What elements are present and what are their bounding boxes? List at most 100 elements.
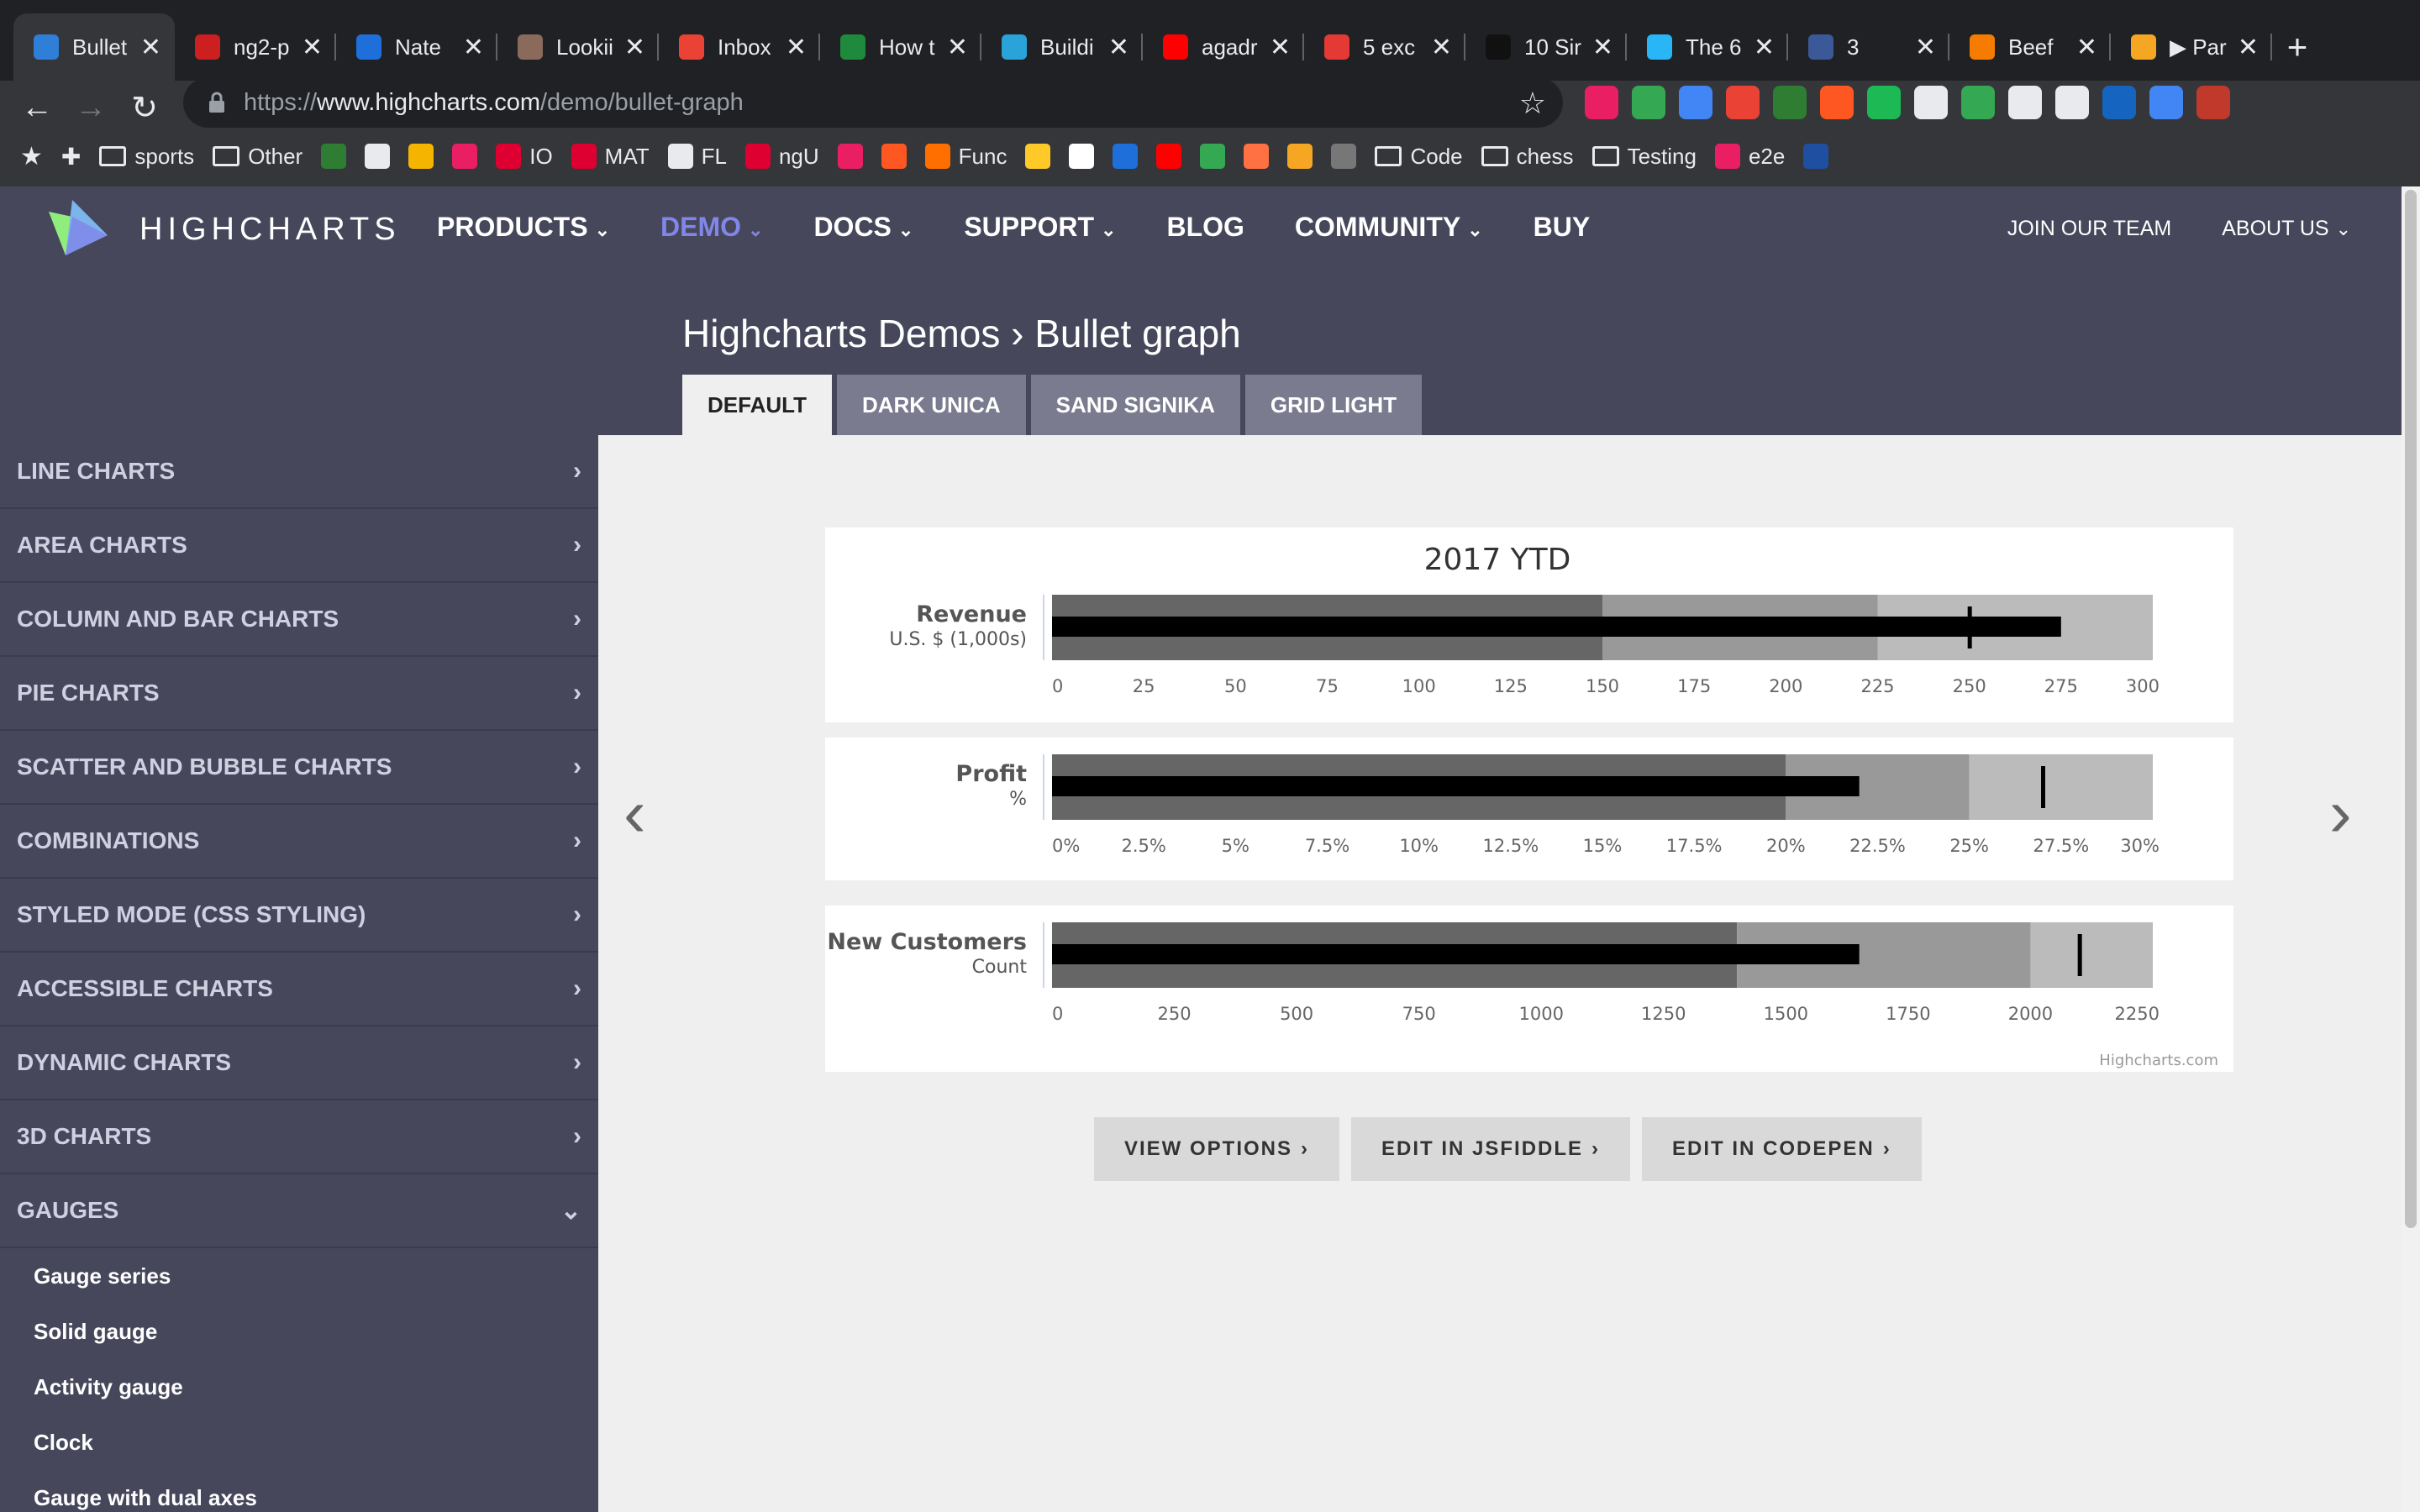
sidebar-subitem[interactable]: Solid gauge (0, 1304, 598, 1359)
sidebar-item[interactable]: COMBINATIONS › (0, 805, 598, 879)
browser-tab[interactable]: How t ✕ (820, 13, 981, 81)
sidebar-item[interactable]: AREA CHARTS › (0, 509, 598, 583)
close-tab-icon[interactable]: ✕ (2076, 33, 2097, 62)
extensions-puzzle-icon[interactable]: ✚ (61, 143, 81, 171)
extension-icon[interactable] (1820, 86, 1854, 119)
browser-tab[interactable]: Inbox ✕ (659, 13, 820, 81)
bookmark-item[interactable]: IO (496, 144, 553, 170)
browser-tab[interactable]: ng2-p ✕ (175, 13, 336, 81)
browser-tab[interactable]: The 6 ✕ (1627, 13, 1788, 81)
browser-tab[interactable]: agadr ✕ (1143, 13, 1304, 81)
close-tab-icon[interactable]: ✕ (786, 33, 807, 62)
bookmark-item[interactable]: Testing (1591, 144, 1697, 170)
close-tab-icon[interactable]: ✕ (140, 33, 161, 62)
bookmark-item[interactable] (1803, 144, 1829, 169)
bookmark-item[interactable] (1025, 144, 1051, 169)
bookmark-item[interactable] (408, 144, 434, 169)
extension-icon[interactable] (2196, 86, 2230, 119)
bookmark-item[interactable] (1156, 144, 1182, 169)
browser-tab[interactable]: 5 exc ✕ (1304, 13, 1465, 81)
close-tab-icon[interactable]: ✕ (1108, 33, 1129, 62)
demo-action-button[interactable]: EDIT IN CODEPEN › (1642, 1117, 1922, 1181)
bookmark-item[interactable]: FL (667, 144, 727, 170)
nav-docs[interactable]: DOCS ⌄ (813, 212, 913, 243)
extension-icon[interactable] (1961, 86, 1995, 119)
extension-icon[interactable] (1914, 86, 1948, 119)
bookmark-star-icon[interactable]: ★ (20, 142, 43, 171)
extension-icon[interactable] (2102, 86, 2136, 119)
bookmark-item[interactable]: Other (213, 144, 302, 170)
sidebar-item[interactable]: LINE CHARTS › (0, 435, 598, 509)
theme-tab[interactable]: DEFAULT (682, 375, 832, 435)
extension-icon[interactable] (1867, 86, 1901, 119)
bookmark-item[interactable] (1287, 144, 1313, 169)
nav-buy[interactable]: BUY (1534, 212, 1591, 243)
close-tab-icon[interactable]: ✕ (1270, 33, 1291, 62)
close-tab-icon[interactable]: ✕ (463, 33, 484, 62)
bookmark-item[interactable] (1113, 144, 1139, 169)
sidebar-item[interactable]: GAUGES ⌄ (0, 1174, 598, 1248)
theme-tab[interactable]: GRID LIGHT (1244, 375, 1423, 435)
browser-tab[interactable]: Nate ✕ (336, 13, 497, 81)
close-tab-icon[interactable]: ✕ (2238, 33, 2259, 62)
scrollbar-thumb[interactable] (2405, 190, 2417, 1228)
close-tab-icon[interactable]: ✕ (302, 33, 323, 62)
extension-icon[interactable] (1632, 86, 1665, 119)
browser-tab[interactable]: 10 Sir ✕ (1465, 13, 1627, 81)
browser-tab[interactable]: Lookii ✕ (497, 13, 659, 81)
close-tab-icon[interactable]: ✕ (947, 33, 968, 62)
extension-icon[interactable] (2055, 86, 2089, 119)
sidebar-item[interactable]: 3D CHARTS › (0, 1100, 598, 1174)
bookmark-item[interactable]: Code (1375, 144, 1463, 170)
sidebar-item[interactable]: ACCESSIBLE CHARTS › (0, 953, 598, 1026)
bookmark-item[interactable]: Func (924, 144, 1007, 170)
close-tab-icon[interactable]: ✕ (1592, 33, 1613, 62)
sidebar-subitem[interactable]: Clock (0, 1415, 598, 1470)
bookmark-star-icon[interactable]: ☆ (1519, 86, 1546, 121)
browser-tab[interactable]: Beef ✕ (1949, 13, 2111, 81)
new-tab-icon[interactable]: + (2272, 13, 2323, 81)
bookmark-item[interactable] (1069, 144, 1095, 169)
close-tab-icon[interactable]: ✕ (624, 33, 645, 62)
browser-tab[interactable]: Buildi ✕ (981, 13, 1143, 81)
sidebar-item[interactable]: DYNAMIC CHARTS › (0, 1026, 598, 1100)
extension-icon[interactable] (1726, 86, 1760, 119)
close-tab-icon[interactable]: ✕ (1754, 33, 1775, 62)
extension-icon[interactable] (1679, 86, 1712, 119)
browser-tab[interactable]: ▶ Par ✕ (2111, 13, 2272, 81)
bookmark-item[interactable]: ngU (744, 144, 819, 170)
close-tab-icon[interactable]: ✕ (1915, 33, 1936, 62)
back-icon[interactable]: ← (17, 87, 57, 128)
sidebar-item[interactable]: COLUMN AND BAR CHARTS › (0, 583, 598, 657)
bookmark-item[interactable] (321, 144, 347, 169)
sidebar-item[interactable]: SCATTER AND BUBBLE CHARTS › (0, 731, 598, 805)
previous-demo-icon[interactable]: ‹ (623, 774, 646, 852)
bookmark-item[interactable]: e2e (1714, 144, 1785, 170)
join-our-team-link[interactable]: JOIN OUR TEAM (2007, 217, 2171, 241)
sidebar-item[interactable]: PIE CHARTS › (0, 657, 598, 731)
bookmark-item[interactable] (837, 144, 863, 169)
sidebar-subitem[interactable]: Activity gauge (0, 1359, 598, 1415)
bookmark-item[interactable] (1244, 144, 1270, 169)
bookmark-item[interactable]: MAT (571, 144, 650, 170)
about-us-link[interactable]: ABOUT US ⌄ (2222, 217, 2351, 241)
theme-tab[interactable]: SAND SIGNIKA (1030, 375, 1240, 435)
extension-icon[interactable] (2149, 86, 2183, 119)
nav-products[interactable]: PRODUCTS ⌄ (437, 212, 610, 243)
nav-demo[interactable]: DEMO ⌄ (660, 212, 763, 243)
address-bar[interactable]: https://www.highcharts.com/demo/bullet-g… (183, 77, 1563, 128)
bookmark-item[interactable] (881, 144, 907, 169)
browser-tab[interactable]: 3 ✕ (1788, 13, 1949, 81)
extension-icon[interactable] (2008, 86, 2042, 119)
close-tab-icon[interactable]: ✕ (1431, 33, 1452, 62)
sidebar-subitem[interactable]: Gauge series (0, 1248, 598, 1304)
page-scrollbar[interactable] (2402, 186, 2420, 1512)
extension-icon[interactable] (1773, 86, 1807, 119)
nav-community[interactable]: COMMUNITY ⌄ (1295, 212, 1483, 243)
bookmark-item[interactable] (1331, 144, 1357, 169)
nav-support[interactable]: SUPPORT ⌄ (964, 212, 1116, 243)
bookmark-item[interactable] (1200, 144, 1226, 169)
nav-blog[interactable]: BLOG (1166, 212, 1244, 243)
forward-icon[interactable]: → (71, 87, 111, 128)
highcharts-logo[interactable]: HIGHCHARTS (49, 200, 401, 259)
